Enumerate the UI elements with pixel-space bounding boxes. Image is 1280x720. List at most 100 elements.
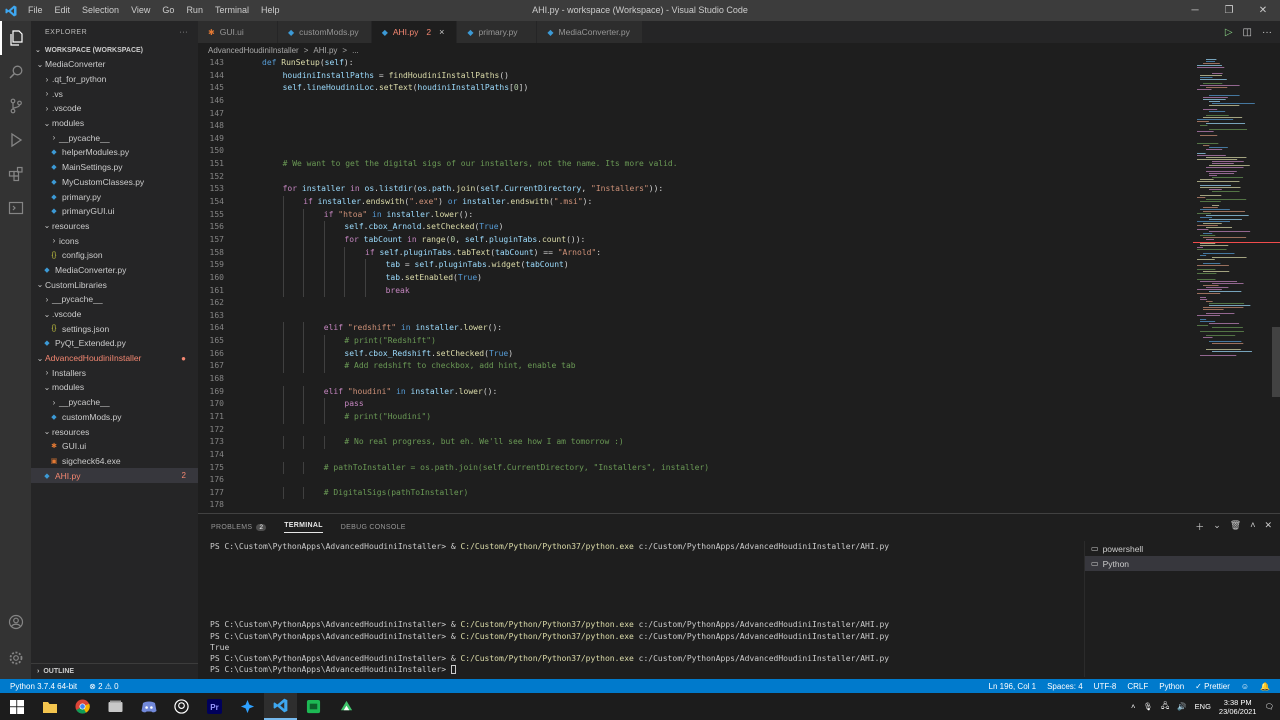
- code-line[interactable]: 166 self.cbox_Redshift.setChecked(True): [198, 347, 1193, 361]
- code-line[interactable]: 162: [198, 297, 1193, 310]
- menu-selection[interactable]: Selection: [76, 0, 125, 21]
- language-mode[interactable]: Python: [1159, 682, 1184, 691]
- code-line[interactable]: 163: [198, 310, 1193, 323]
- tree-folder[interactable]: ⌄ MediaConverter: [31, 57, 198, 72]
- photos-icon[interactable]: [330, 693, 363, 720]
- code-line[interactable]: 147: [198, 108, 1193, 121]
- terminal-output[interactable]: PS C:\Custom\PythonApps\AdvancedHoudiniI…: [210, 541, 1080, 677]
- tree-folder[interactable]: › .qt_for_python: [31, 72, 198, 87]
- code-line[interactable]: 161 break: [198, 284, 1193, 298]
- code-line[interactable]: 160 tab.setEnabled(True): [198, 271, 1193, 285]
- tree-folder[interactable]: ⌄ modules: [31, 116, 198, 131]
- menu-help[interactable]: Help: [255, 0, 286, 21]
- houdini-icon[interactable]: [231, 693, 264, 720]
- notifications-icon[interactable]: 🗨: [1264, 702, 1274, 711]
- minimize-button[interactable]: ─: [1178, 0, 1212, 21]
- code-line[interactable]: 171 # print("Houdini"): [198, 410, 1193, 424]
- menu-terminal[interactable]: Terminal: [209, 0, 255, 21]
- code-line[interactable]: 165 # print("Redshift"): [198, 335, 1193, 348]
- tree-file[interactable]: {} config.json: [31, 248, 198, 263]
- code-line[interactable]: 156 self.cbox_Arnold.setChecked(True): [198, 221, 1193, 234]
- line-ending[interactable]: CRLF: [1127, 682, 1148, 691]
- tree-file[interactable]: ◆ primary.py: [31, 189, 198, 204]
- more-actions-icon[interactable]: ···: [180, 29, 189, 36]
- breadcrumb-item[interactable]: AdvancedHoudiniInstaller: [208, 46, 299, 55]
- menu-edit[interactable]: Edit: [49, 0, 77, 21]
- close-window-button[interactable]: ✕: [1246, 0, 1280, 21]
- code-line[interactable]: 175 # pathToInstaller = os.path.join(self…: [198, 461, 1193, 475]
- code-line[interactable]: 145 self.lineHoudiniLoc.setText(houdiniIn…: [198, 82, 1193, 95]
- code-line[interactable]: 154 if installer.endswith(".exe") or inst…: [198, 196, 1193, 209]
- code-line[interactable]: 172: [198, 424, 1193, 437]
- notifications-icon[interactable]: 🔔: [1260, 682, 1270, 691]
- tree-file[interactable]: ◆ helperModules.py: [31, 145, 198, 160]
- code-line[interactable]: 143 def RunSetup(self):: [198, 57, 1193, 70]
- code-line[interactable]: 168: [198, 373, 1193, 386]
- code-line[interactable]: 155 if "htoa" in installer.lower():: [198, 208, 1193, 222]
- network-icon[interactable]: 🖧: [1161, 700, 1169, 713]
- trash-icon[interactable]: 🗑: [1230, 520, 1241, 533]
- tree-folder[interactable]: ⌄ CustomLibraries: [31, 277, 198, 292]
- code-line[interactable]: 159 tab = self.pluginTabs.widget(tabCount…: [198, 259, 1193, 272]
- tree-file[interactable]: ▣ sigcheck64.exe: [31, 454, 198, 469]
- code-line[interactable]: 150: [198, 145, 1193, 158]
- tab-ahi-py[interactable]: ◆ AHI.py 2 ×: [371, 21, 458, 43]
- code-line[interactable]: 152: [198, 171, 1193, 184]
- panel-tab-terminal[interactable]: TERMINAL: [284, 522, 323, 533]
- remote-explorer-icon[interactable]: [0, 191, 31, 225]
- source-control-icon[interactable]: [0, 89, 31, 123]
- github-icon[interactable]: [165, 693, 198, 720]
- tree-file[interactable]: ◆ MediaConverter.py: [31, 263, 198, 278]
- tree-folder[interactable]: › __pycache__: [31, 130, 198, 145]
- code-line[interactable]: 169 elif "houdini" in installer.lower():: [198, 385, 1193, 399]
- code-line[interactable]: 148: [198, 120, 1193, 133]
- tree-folder[interactable]: ⌄ AdvancedHoudiniInstaller ●: [31, 351, 198, 366]
- tree-folder[interactable]: › Installers: [31, 365, 198, 380]
- split-editor-icon[interactable]: ◫: [1243, 27, 1252, 38]
- maximize-panel-icon[interactable]: ˄: [1250, 520, 1255, 533]
- vscode-taskbar-icon[interactable]: [264, 693, 297, 720]
- new-terminal-icon[interactable]: ＋: [1195, 520, 1204, 533]
- code-line[interactable]: 177 # DigitalSigs(pathToInstaller): [198, 486, 1193, 500]
- app-icon[interactable]: [99, 693, 132, 720]
- tree-file[interactable]: ◆ primaryGUI.ui: [31, 204, 198, 219]
- tab-mediaconverter-py[interactable]: ◆ MediaConverter.py: [537, 21, 643, 43]
- account-icon[interactable]: [0, 605, 31, 639]
- chevron-down-icon[interactable]: ⌄: [1213, 520, 1221, 533]
- feedback-icon[interactable]: ☺: [1241, 682, 1249, 691]
- tree-folder[interactable]: › __pycache__: [31, 292, 198, 307]
- microphone-icon[interactable]: 🎙: [1143, 702, 1153, 711]
- code-line[interactable]: 174: [198, 449, 1193, 462]
- problems-count[interactable]: ⊗ 2 ⚠ 0: [89, 682, 118, 691]
- search-icon[interactable]: [0, 55, 31, 89]
- extensions-icon[interactable]: [0, 157, 31, 191]
- code-editor[interactable]: 143 def RunSetup(self): 144 houdiniInstallP…: [198, 57, 1193, 513]
- panel-tab-debug-console[interactable]: DEBUG CONSOLE: [341, 524, 406, 531]
- code-line[interactable]: 173 # No real progress, but eh. We'll see…: [198, 436, 1193, 449]
- tree-file[interactable]: ◆ customMods.py: [31, 410, 198, 425]
- menu-file[interactable]: File: [22, 0, 49, 21]
- terminal-instance[interactable]: ▭ Python: [1085, 556, 1280, 571]
- tree-folder[interactable]: › .vs: [31, 86, 198, 101]
- tab-custommods-py[interactable]: ◆ customMods.py: [278, 21, 372, 43]
- code-line[interactable]: 178: [198, 499, 1193, 512]
- tree-folder[interactable]: ⌄ .vscode: [31, 307, 198, 322]
- restore-button[interactable]: ❐: [1212, 0, 1246, 21]
- tree-folder[interactable]: ⌄ resources: [31, 219, 198, 234]
- editor-scrollbar[interactable]: [1272, 327, 1280, 397]
- premiere-icon[interactable]: Pr: [198, 693, 231, 720]
- menu-go[interactable]: Go: [156, 0, 180, 21]
- breadcrumb-item[interactable]: ...: [352, 46, 359, 55]
- chrome-icon[interactable]: [66, 693, 99, 720]
- menu-run[interactable]: Run: [180, 0, 209, 21]
- terminal-instance[interactable]: ▭ powershell: [1085, 541, 1280, 556]
- minimap[interactable]: [1193, 57, 1280, 513]
- code-line[interactable]: 144 houdiniInstallPaths = findHoudiniInst…: [198, 70, 1193, 83]
- tree-file[interactable]: ◆ PyQt_Extended.py: [31, 336, 198, 351]
- python-interpreter[interactable]: Python 3.7.4 64-bit: [10, 682, 77, 691]
- file-explorer-icon[interactable]: [33, 693, 66, 720]
- input-language[interactable]: ENG: [1195, 702, 1211, 711]
- tree-folder[interactable]: › icons: [31, 233, 198, 248]
- clock[interactable]: 3:38 PM 23/06/2021: [1219, 698, 1257, 716]
- breadcrumb-item[interactable]: AHI.py: [313, 46, 337, 55]
